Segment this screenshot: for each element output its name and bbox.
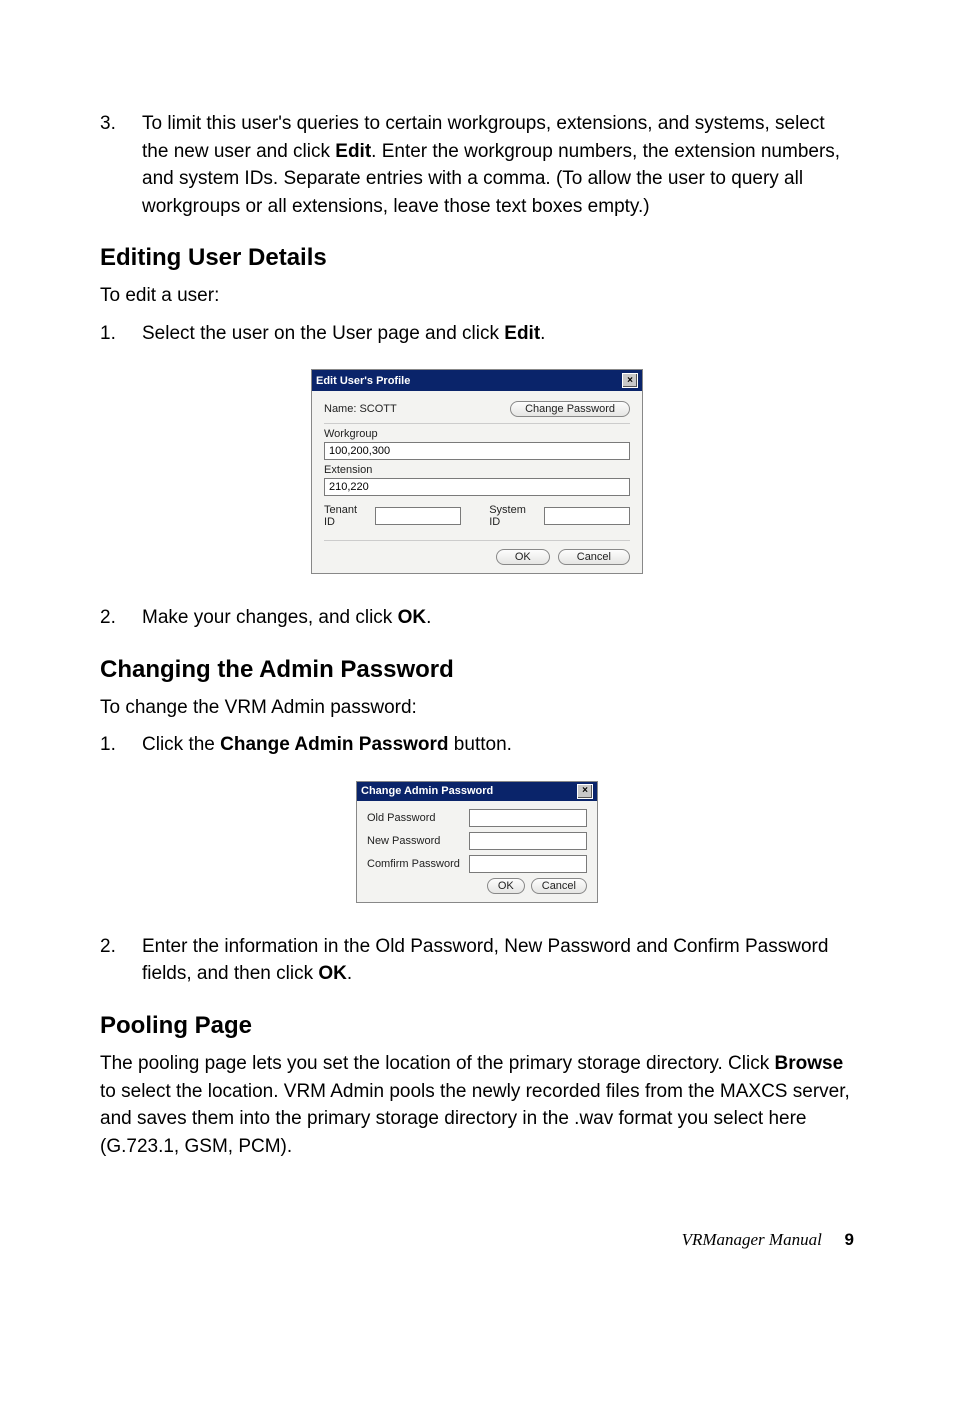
text: .	[426, 607, 431, 628]
confirm-password-input[interactable]	[469, 855, 587, 873]
system-id-label: System ID	[489, 504, 539, 528]
extension-label: Extension	[324, 464, 630, 476]
step-body: Make your changes, and click OK.	[142, 604, 854, 632]
paragraph: To change the VRM Admin password:	[100, 694, 854, 722]
dialog-title: Edit User's Profile	[316, 375, 410, 387]
bold-text: Edit	[335, 141, 371, 162]
confirm-password-label: Comfirm Password	[367, 858, 463, 870]
ok-button[interactable]: OK	[496, 549, 550, 565]
bold-text: Change Admin Password	[220, 734, 448, 755]
tenant-id-input[interactable]	[375, 507, 461, 525]
text: .	[540, 323, 545, 344]
step-number: 1.	[100, 731, 142, 759]
heading-editing-user-details: Editing User Details	[100, 244, 854, 272]
step-body: Select the user on the User page and cli…	[142, 320, 854, 348]
new-password-label: New Password	[367, 835, 463, 847]
step-body: Click the Change Admin Password button.	[142, 731, 854, 759]
list-item-changing-step2: 2. Enter the information in the Old Pass…	[100, 933, 854, 988]
step-number: 2.	[100, 933, 142, 988]
cancel-button[interactable]: Cancel	[558, 549, 630, 565]
old-password-input[interactable]	[469, 809, 587, 827]
workgroup-label: Workgroup	[324, 428, 630, 440]
divider	[324, 423, 630, 424]
text: The pooling page lets you set the locati…	[100, 1053, 775, 1074]
heading-pooling-page: Pooling Page	[100, 1012, 854, 1040]
text: to select the location. VRM Admin pools …	[100, 1081, 850, 1157]
step-number: 3.	[100, 110, 142, 220]
step-number: 1.	[100, 320, 142, 348]
step-body: Enter the information in the Old Passwor…	[142, 933, 854, 988]
text: Make your changes, and click	[142, 607, 398, 628]
footer-title: VRManager Manual	[682, 1230, 822, 1249]
list-item-editing-step2: 2. Make your changes, and click OK.	[100, 604, 854, 632]
dialog-title: Change Admin Password	[361, 785, 493, 797]
list-item-editing-step1: 1. Select the user on the User page and …	[100, 320, 854, 348]
new-password-input[interactable]	[469, 832, 587, 850]
tenant-id-label: Tenant ID	[324, 504, 370, 528]
close-icon[interactable]: ×	[622, 373, 638, 388]
dialog-titlebar: Change Admin Password ×	[357, 782, 597, 801]
heading-changing-admin-password: Changing the Admin Password	[100, 656, 854, 684]
text: Enter the information in the Old Passwor…	[142, 936, 828, 985]
list-item-step3: 3. To limit this user's queries to certa…	[100, 110, 854, 220]
old-password-label: Old Password	[367, 812, 463, 824]
text: Select the user on the User page and cli…	[142, 323, 504, 344]
page-footer: VRManager Manual 9	[100, 1230, 854, 1250]
dialog-edit-users-profile: Edit User's Profile × Name: SCOTT Change…	[311, 369, 643, 574]
name-label: Name: SCOTT	[324, 403, 397, 415]
dialog-titlebar: Edit User's Profile ×	[312, 370, 642, 391]
paragraph: To edit a user:	[100, 282, 854, 310]
dialog-change-admin-password: Change Admin Password × Old Password New…	[356, 781, 598, 903]
bold-text: Browse	[775, 1053, 844, 1074]
workgroup-input[interactable]	[324, 442, 630, 460]
system-id-input[interactable]	[544, 507, 630, 525]
ok-button[interactable]: OK	[487, 878, 525, 894]
change-password-button[interactable]: Change Password	[510, 401, 630, 417]
bold-text: Edit	[504, 323, 540, 344]
step-number: 2.	[100, 604, 142, 632]
paragraph-pooling: The pooling page lets you set the locati…	[100, 1050, 854, 1160]
extension-input[interactable]	[324, 478, 630, 496]
step-body: To limit this user's queries to certain …	[142, 110, 854, 220]
close-icon[interactable]: ×	[577, 784, 593, 799]
bold-text: OK	[398, 607, 427, 628]
text: Click the	[142, 734, 220, 755]
bold-text: OK	[318, 963, 347, 984]
text: .	[347, 963, 352, 984]
text: button.	[449, 734, 512, 755]
footer-page-number: 9	[845, 1230, 854, 1249]
list-item-changing-step1: 1. Click the Change Admin Password butto…	[100, 731, 854, 759]
cancel-button[interactable]: Cancel	[531, 878, 587, 894]
